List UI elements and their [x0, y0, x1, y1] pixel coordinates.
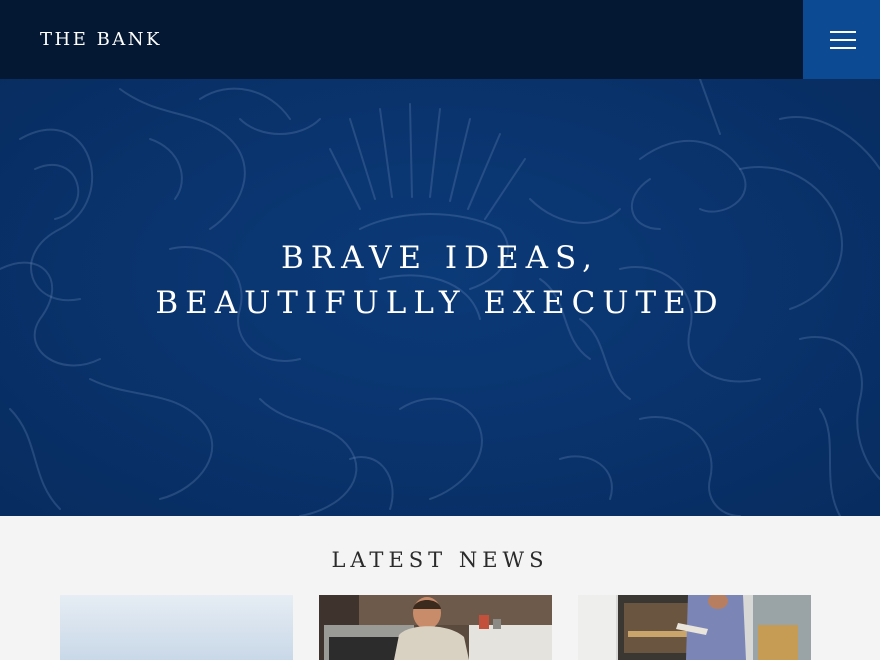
- chef-oven-baking-photo: [578, 595, 811, 660]
- news-card-3[interactable]: [578, 595, 811, 660]
- latest-news-heading: LATEST NEWS: [331, 548, 549, 572]
- hero-headline: BRAVE IDEAS, BEAUTIFULLY EXECUTED: [0, 236, 880, 326]
- sky-photo: [60, 595, 293, 660]
- menu-button[interactable]: [803, 0, 880, 79]
- kitchen-man-oven-photo: [319, 595, 552, 660]
- hero-banner: BRAVE IDEAS, BEAUTIFULLY EXECUTED: [0, 79, 880, 516]
- latest-news-section: LATEST NEWS: [0, 516, 880, 660]
- news-card-1[interactable]: [60, 595, 293, 660]
- news-card-2[interactable]: [319, 595, 552, 660]
- hero-headline-line-1: BRAVE IDEAS,: [281, 240, 599, 276]
- top-navigation-bar: THE BANK: [0, 0, 880, 79]
- brand-logo[interactable]: THE BANK: [40, 28, 162, 52]
- hero-headline-line-2: BEAUTIFULLY EXECUTED: [155, 285, 725, 321]
